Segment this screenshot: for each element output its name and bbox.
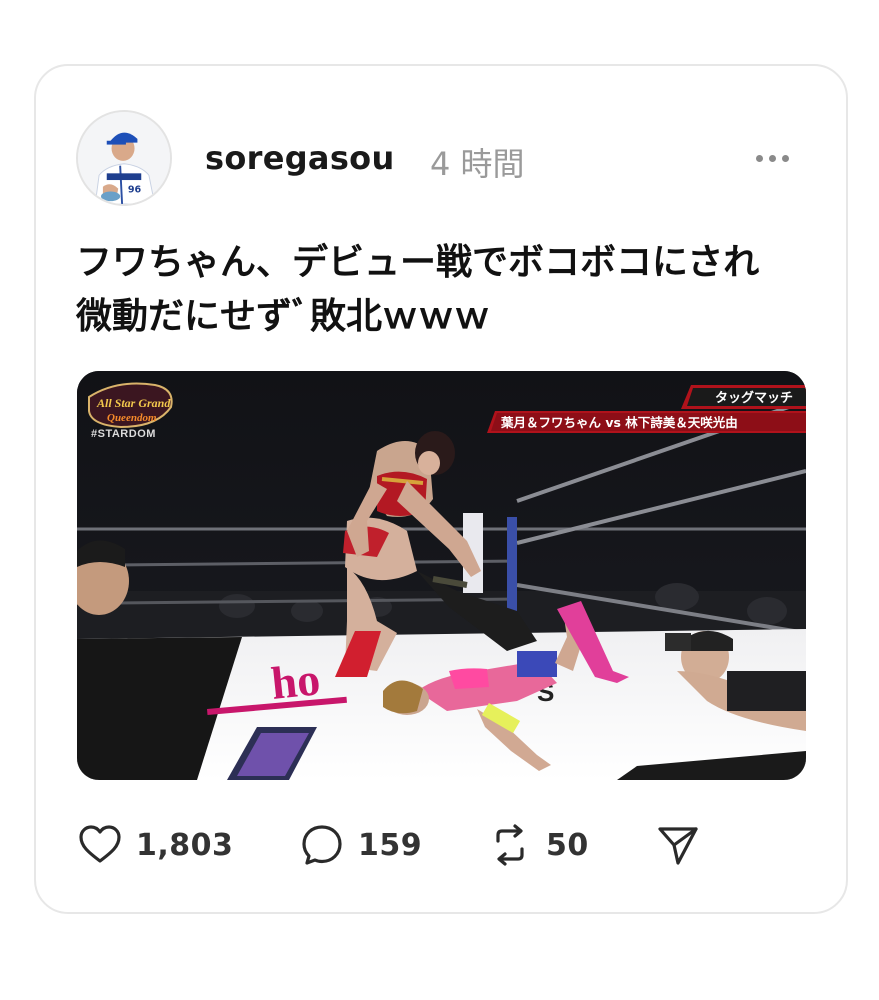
stardom-hashtag: #STARDOM	[91, 428, 156, 440]
like-button[interactable]: 1,803	[76, 820, 233, 870]
more-icon[interactable]	[756, 150, 798, 166]
like-count: 1,803	[136, 827, 234, 863]
repost-button[interactable]: 50	[486, 820, 589, 870]
post-text-line-1: フワちゃん、デビュー戦でボコボコにされ	[76, 242, 760, 283]
svg-text:All Star Grand: All Star Grand	[96, 396, 171, 410]
comment-button[interactable]: 159	[298, 820, 422, 870]
avatar-image: 96	[78, 112, 170, 204]
repost-icon	[496, 824, 524, 866]
comment-count: 159	[358, 827, 423, 863]
avatar[interactable]: 96	[76, 110, 172, 206]
comment-icon	[302, 825, 342, 865]
share-button[interactable]	[654, 820, 702, 870]
post-time: 4 時間	[430, 145, 525, 183]
repost-count: 50	[546, 827, 589, 863]
post-text-line-2: 微動だにせずﾞ敗北ｗｗｗ	[76, 296, 491, 337]
username[interactable]: soregasou	[205, 139, 395, 177]
action-bar: 1,803 159 50	[0, 820, 879, 870]
post-text: フワちゃん、デビュー戦でボコボコにされ 微動だにせずﾞ敗北ｗｗｗ	[76, 236, 816, 344]
share-icon	[658, 827, 698, 865]
heart-icon	[79, 825, 121, 863]
post-media[interactable]: ho S All Star Grand Queendom #STARDOM タッ…	[77, 371, 806, 780]
svg-text:96: 96	[128, 185, 142, 196]
matchup-label: 葉月＆フワちゃん vs 林下詩美＆天咲光由	[500, 415, 738, 430]
svg-text:Queendom: Queendom	[107, 412, 157, 424]
match-type-label: タッグマッチ	[715, 390, 793, 406]
